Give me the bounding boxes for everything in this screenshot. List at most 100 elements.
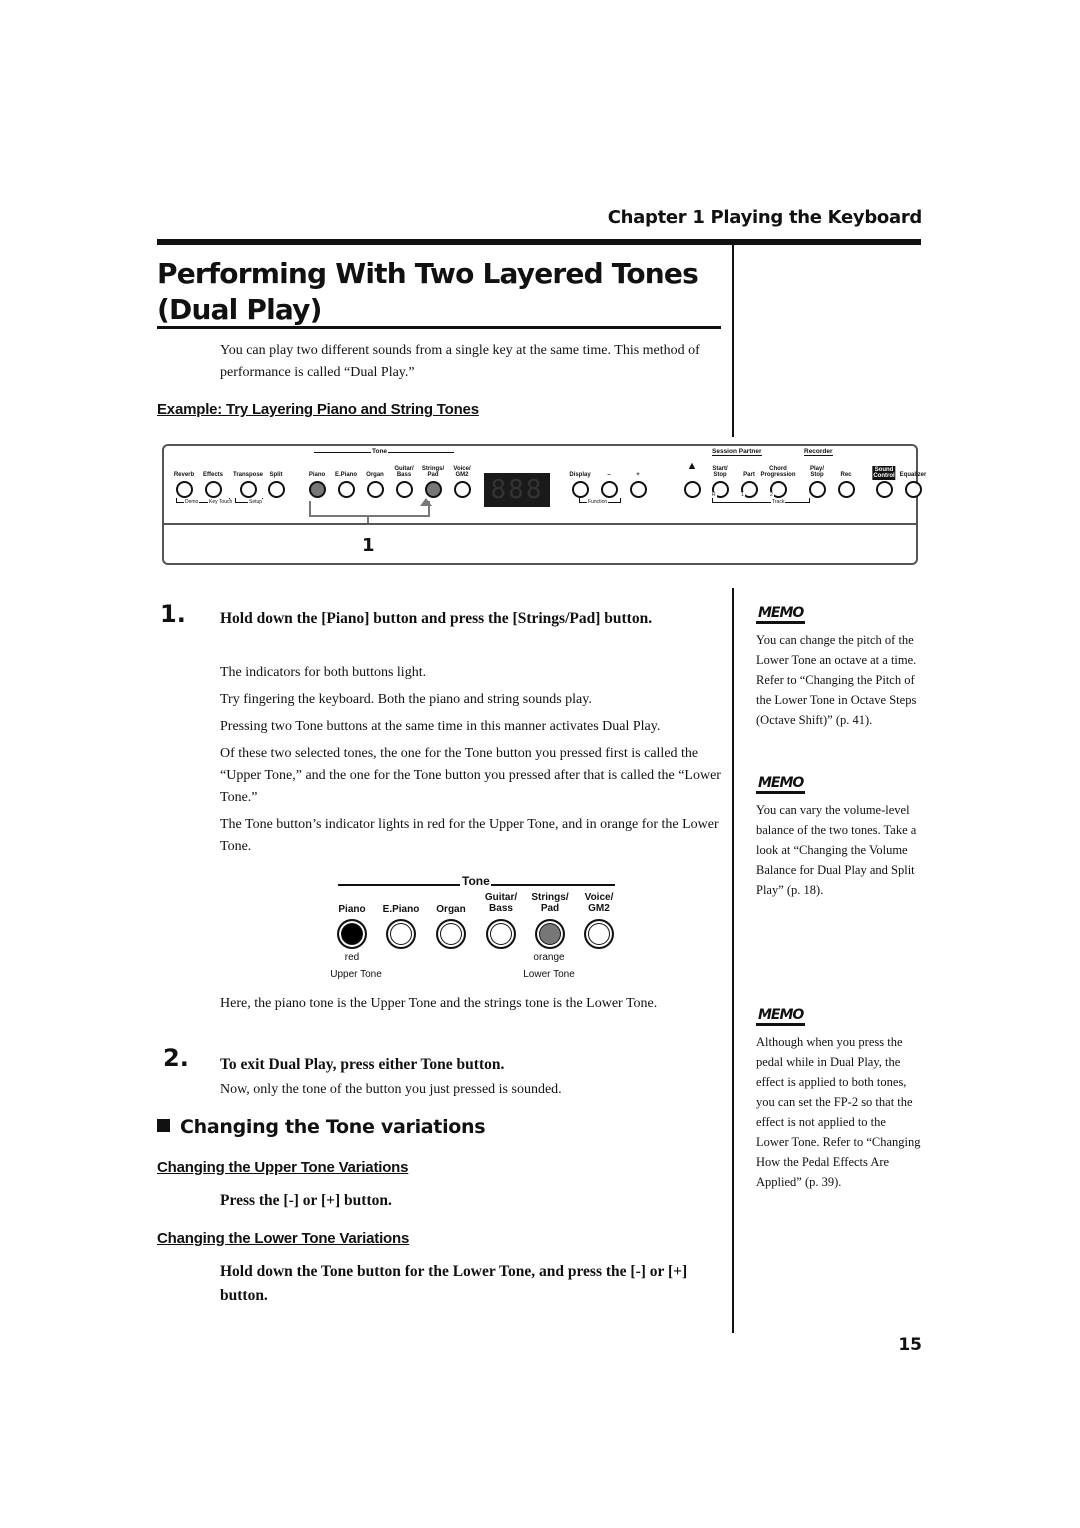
step-1-heading: Hold down the [Piano] button and press t… bbox=[220, 610, 653, 627]
panel-button-label: Sound Control bbox=[872, 466, 896, 480]
lower-variations-instruction: Hold down the Tone button for the Lower … bbox=[220, 1263, 688, 1304]
step-1-paragraph: Pressing two Tone buttons at the same ti… bbox=[220, 719, 661, 734]
panel-button-label: Split bbox=[269, 472, 283, 478]
tone-figure-button-label: E.Piano bbox=[382, 904, 420, 915]
panel-button-e-piano[interactable] bbox=[338, 481, 355, 498]
page-number: 15 bbox=[898, 1335, 922, 1355]
tone-figure-button-label: Guitar/Bass bbox=[484, 892, 518, 914]
session-partner-group-label: Session Partner bbox=[712, 448, 762, 456]
panel-button-label: Rec bbox=[840, 472, 852, 478]
panel-divider bbox=[164, 523, 916, 525]
callout-number: 1 bbox=[362, 535, 375, 556]
panel-button-reverb[interactable] bbox=[176, 481, 193, 498]
square-bullet-icon bbox=[157, 1119, 170, 1132]
upper-variations-heading: Changing the Upper Tone Variations bbox=[157, 1159, 409, 1176]
memo-text: You can change the pitch of the Lower To… bbox=[756, 633, 917, 727]
memo-text: Although when you press the pedal while … bbox=[756, 1035, 921, 1189]
memo-icon: MEMO bbox=[756, 776, 806, 794]
memo-text: You can vary the volume-level balance of… bbox=[756, 803, 917, 897]
panel-button-organ[interactable] bbox=[367, 481, 384, 498]
panel-button-label: Chord Progression bbox=[760, 466, 796, 478]
tone-figure-button-label: Piano bbox=[338, 904, 366, 915]
demo-label: Demo bbox=[184, 499, 200, 505]
tone-figure-button-label: Strings/Pad bbox=[531, 892, 569, 914]
tone-figure-button-voice bbox=[584, 919, 614, 949]
tone-figure-button-guitar bbox=[486, 919, 516, 949]
step-2-number: 2. bbox=[163, 1044, 189, 1072]
memo-box: MEMO You can vary the volume-level balan… bbox=[756, 774, 921, 900]
after-figure-paragraph: Here, the piano tone is the Upper Tone a… bbox=[220, 996, 658, 1011]
memo-box: MEMO Although when you press the pedal w… bbox=[756, 1006, 921, 1192]
memo-icon: MEMO bbox=[756, 606, 806, 624]
tone-figure-button-organ bbox=[436, 919, 466, 949]
panel-button-equalizer[interactable] bbox=[905, 481, 922, 498]
panel-button-label: Start/Stop bbox=[712, 466, 728, 478]
panel-button-label: Reverb bbox=[173, 472, 195, 478]
column-divider-bottom bbox=[732, 588, 734, 1333]
panel-button-sound-control[interactable] bbox=[876, 481, 893, 498]
step-1-paragraph: Of these two selected tones, the one for… bbox=[220, 746, 721, 805]
panel-button-piano[interactable] bbox=[309, 481, 326, 498]
metronome-icon: ▲ bbox=[686, 460, 698, 472]
upper-variations-instruction: Press the [-] or [+] button. bbox=[220, 1192, 392, 1209]
panel-button-transpose[interactable] bbox=[240, 481, 257, 498]
lower-color-label: orange bbox=[533, 952, 565, 963]
panel-button-label: Transpose bbox=[232, 472, 264, 478]
panel-button-effects[interactable] bbox=[205, 481, 222, 498]
intro-paragraph: You can play two different sounds from a… bbox=[220, 343, 700, 380]
upper-tone-caption: Upper Tone bbox=[330, 969, 382, 980]
example-heading: Example: Try Layering Piano and String T… bbox=[157, 401, 479, 418]
title-line-1: Performing With Two Layered Tones bbox=[157, 257, 699, 290]
panel-button-minus[interactable] bbox=[601, 481, 618, 498]
panel-button-split[interactable] bbox=[268, 481, 285, 498]
panel-button-label: Equalizer bbox=[899, 472, 927, 478]
tone-group-label: Tone bbox=[371, 448, 389, 455]
panel-button-label: Guitar/Bass bbox=[394, 466, 414, 478]
panel-button-label: Part bbox=[743, 472, 755, 478]
section-heading: Changing the Tone variations bbox=[157, 1116, 486, 1138]
panel-button-label: Effects bbox=[202, 472, 224, 478]
panel-button-play-stop[interactable] bbox=[809, 481, 826, 498]
tone-figure-button-piano bbox=[337, 919, 367, 949]
track-r-label: R bbox=[711, 492, 717, 498]
panel-button-label: Voice/GM2 bbox=[453, 466, 471, 478]
track-2-label: 2 bbox=[769, 492, 774, 498]
panel-button-label: – bbox=[607, 472, 611, 478]
page-title: Performing With Two Layered Tones (Dual … bbox=[157, 256, 717, 328]
step-1-number: 1. bbox=[160, 600, 186, 628]
step-1-paragraph: The Tone button’s indicator lights in re… bbox=[220, 817, 719, 854]
memo-box: MEMO You can change the pitch of the Low… bbox=[756, 604, 921, 730]
panel-button-label: Display bbox=[569, 472, 591, 478]
function-label: Function bbox=[587, 499, 609, 505]
tone-buttons-figure: Tone Piano E.Piano Organ Guitar/Bass Strings… bbox=[320, 870, 620, 985]
panel-button-label: Strings/Pad bbox=[421, 466, 445, 478]
panel-button-metronome[interactable] bbox=[684, 481, 701, 498]
panel-button-label: Piano bbox=[308, 472, 326, 478]
tone-figure-button-label: Voice/GM2 bbox=[584, 892, 614, 914]
panel-button-label: E.Piano bbox=[334, 472, 358, 478]
track-label: Track bbox=[771, 499, 786, 505]
step-1-paragraph: The indicators for both buttons light. bbox=[220, 665, 427, 680]
panel-button-rec[interactable] bbox=[838, 481, 855, 498]
panel-button-guitar-bass[interactable] bbox=[396, 481, 413, 498]
tone-figure-group-label: Tone bbox=[462, 874, 490, 888]
panel-button-label: + bbox=[636, 472, 640, 478]
led-display: 888 bbox=[484, 473, 550, 507]
lower-variations-heading: Changing the Lower Tone Variations bbox=[157, 1230, 410, 1247]
step-2-text: Now, only the tone of the button you jus… bbox=[220, 1082, 562, 1097]
panel-button-strings-pad[interactable] bbox=[425, 481, 442, 498]
tone-figure-button-label: Organ bbox=[436, 904, 466, 915]
panel-button-voice-gm2[interactable] bbox=[454, 481, 471, 498]
column-divider-top bbox=[732, 245, 734, 437]
memo-icon: MEMO bbox=[756, 1008, 806, 1026]
section-heading-text: Changing the Tone variations bbox=[180, 1116, 486, 1138]
title-line-2: (Dual Play) bbox=[157, 293, 322, 326]
panel-button-label: Organ bbox=[366, 472, 384, 478]
step-1-body: The indicators for both buttons light. T… bbox=[220, 662, 725, 858]
panel-button-plus[interactable] bbox=[630, 481, 647, 498]
step-2-heading: To exit Dual Play, press either Tone but… bbox=[220, 1056, 505, 1073]
panel-button-display[interactable] bbox=[572, 481, 589, 498]
header-rule bbox=[157, 239, 921, 245]
upper-color-label: red bbox=[344, 952, 360, 963]
lower-tone-caption: Lower Tone bbox=[523, 969, 575, 980]
